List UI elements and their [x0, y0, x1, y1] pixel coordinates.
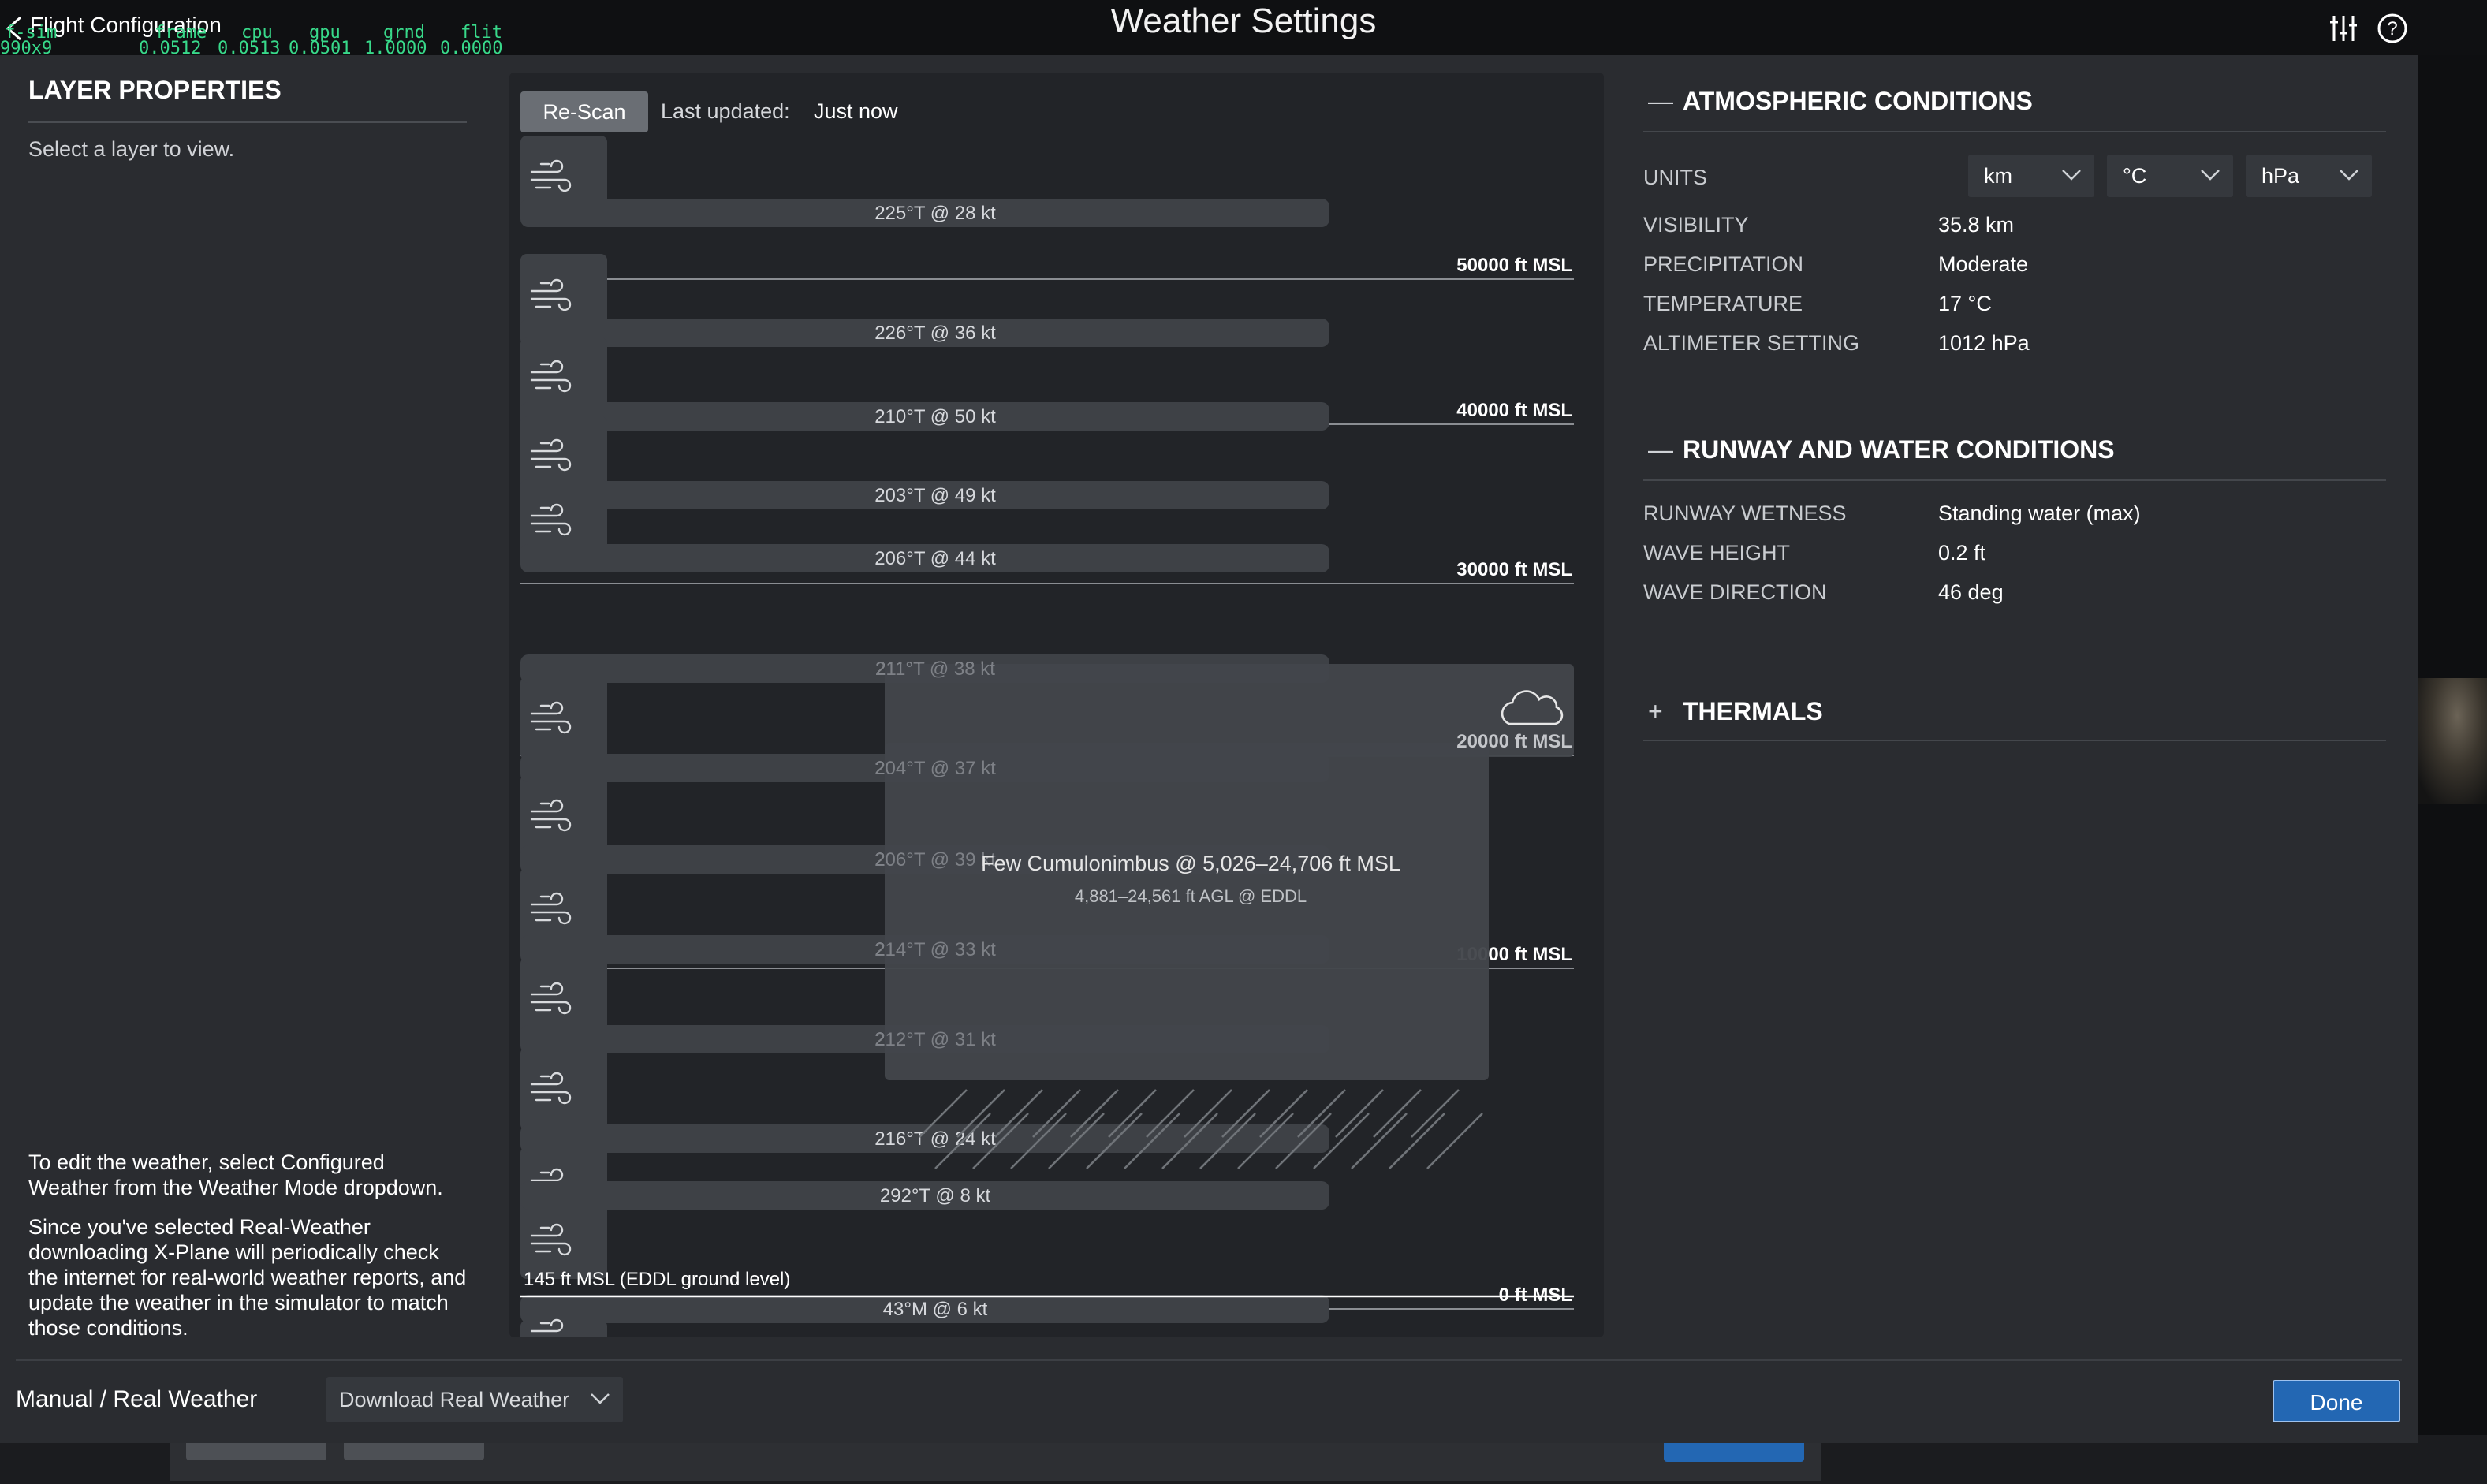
expand-thermals-toggle[interactable]: +	[1648, 697, 1676, 726]
conditions-panel: — ATMOSPHERIC CONDITIONS UNITS km °C hPa…	[1624, 55, 2413, 1340]
pressure-unit-value: hPa	[2261, 164, 2300, 188]
wind-layer-label-under-cloud: 212°T @ 31 kt	[874, 1029, 996, 1050]
divider	[28, 121, 467, 123]
divider	[1643, 131, 2386, 132]
collapse-runway-toggle[interactable]: —	[1648, 435, 1676, 464]
wind-layer-label: 203°T @ 49 kt	[874, 485, 996, 506]
rescan-button[interactable]: Re-Scan	[520, 91, 648, 132]
wind-layer-label: 226°T @ 36 kt	[874, 323, 996, 344]
stat-value: 0.0513	[218, 39, 281, 58]
done-button[interactable]: Done	[2273, 1380, 2400, 1422]
ground-level-label: 145 ft MSL (EDDL ground level)	[524, 1269, 790, 1290]
precipitation-streaks	[919, 1089, 1483, 1169]
wind-layer-label: 225°T @ 28 kt	[874, 203, 996, 224]
temperature-label: TEMPERATURE	[1643, 292, 1803, 315]
pressure-unit-select[interactable]: hPa	[2246, 155, 2372, 197]
runway-wetness-value: Standing water (max)	[1938, 502, 2141, 525]
wind-layer-tab	[520, 1047, 607, 1131]
weather-mode-value: Download Real Weather	[339, 1388, 570, 1411]
real-weather-note: Since you've selected Real-Weather downl…	[28, 1215, 467, 1340]
stat-value: 0.0000	[440, 39, 503, 58]
atmospheric-conditions-heading[interactable]: ATMOSPHERIC CONDITIONS	[1683, 87, 2033, 116]
wind-layer-label-under-cloud: 211°T @ 38 kt	[875, 658, 995, 680]
runway-wetness-label: RUNWAY WETNESS	[1643, 502, 1847, 525]
chevron-down-icon	[591, 1393, 610, 1404]
cloud-layer-subtitle: 4,881–24,561 ft AGL @ EDDL	[1075, 886, 1307, 906]
altitude-label: 30000 ft MSL	[1456, 559, 1572, 580]
layer-properties-panel: LAYER PROPERTIES Select a layer to view.…	[0, 55, 489, 1340]
wind-layer-tab	[520, 1202, 607, 1279]
units-label: UNITS	[1643, 166, 1707, 189]
thermals-heading[interactable]: THERMALS	[1683, 697, 1823, 726]
last-updated-value: Just now	[814, 99, 898, 123]
background-lights	[2413, 678, 2487, 804]
wind-layer-label: 216°T @ 24 kt	[874, 1128, 996, 1150]
precipitation-value: Moderate	[1938, 252, 2029, 276]
altimeter-label: ALTIMETER SETTING	[1643, 331, 1860, 355]
temperature-unit-select[interactable]: °C	[2107, 155, 2233, 197]
wave-direction-label: WAVE DIRECTION	[1643, 580, 1827, 604]
cloud-layer-title: Few Cumulonimbus @ 5,026–24,706 ft MSL	[981, 852, 1400, 875]
distance-unit-value: km	[1984, 164, 2012, 188]
title-bar: Flight Configuration f-sim frame cpu gpu…	[0, 0, 2487, 58]
altitude-label: 0 ft MSL	[1499, 1285, 1572, 1306]
wave-height-value: 0.2 ft	[1938, 541, 1986, 565]
weather-settings-window: LAYER PROPERTIES Select a layer to view.…	[0, 55, 2418, 1443]
wind-layer-label-under-cloud: 214°T @ 33 kt	[874, 939, 996, 960]
divider	[1643, 740, 2386, 741]
chevron-down-icon	[2201, 170, 2220, 181]
stat-value: 0.0501	[289, 39, 352, 58]
divider	[1643, 479, 2386, 481]
temperature-value: 17 °C	[1938, 292, 1992, 315]
altitude-label: 20000 ft MSL	[1456, 731, 1572, 752]
altimeter-value: 1012 hPa	[1938, 331, 2030, 355]
stat-value: 990x9	[0, 39, 53, 58]
weather-layer-chart[interactable]: 50000 ft MSL 40000 ft MSL 30000 ft MSL 2000…	[509, 73, 1604, 1337]
runway-water-conditions-heading[interactable]: RUNWAY AND WATER CONDITIONS	[1683, 435, 2115, 464]
altitude-label: 40000 ft MSL	[1456, 400, 1572, 421]
wind-layer-label-under-cloud: 204°T @ 37 kt	[874, 758, 996, 779]
layer-properties-hint: Select a layer to view.	[28, 137, 235, 161]
layer-properties-heading: LAYER PROPERTIES	[28, 76, 282, 104]
svg-text:?: ?	[2387, 18, 2397, 39]
collapse-atmospheric-toggle[interactable]: —	[1648, 87, 1676, 116]
wind-layer-label: 206°T @ 44 kt	[874, 548, 996, 569]
stat-value: 1.0000	[364, 39, 427, 58]
wind-layer-label: 292°T @ 8 kt	[880, 1185, 991, 1206]
wave-direction-value: 46 deg	[1938, 580, 2004, 604]
chevron-down-icon	[2062, 170, 2081, 181]
weather-mode-label: Manual / Real Weather	[16, 1386, 258, 1412]
visibility-label: VISIBILITY	[1643, 213, 1749, 237]
edit-weather-note: To edit the weather, select Configured W…	[28, 1150, 443, 1199]
temperature-unit-value: °C	[2123, 164, 2147, 188]
window-title: Weather Settings	[1110, 2, 1377, 40]
altitude-label: 50000 ft MSL	[1456, 255, 1572, 276]
divider	[16, 1359, 2402, 1361]
visibility-value: 35.8 km	[1938, 213, 2015, 237]
wind-layer-tab	[520, 677, 607, 760]
wave-height-label: WAVE HEIGHT	[1643, 541, 1791, 565]
weather-layers-view: 50000 ft MSL 40000 ft MSL 30000 ft MSL 2000…	[509, 73, 1604, 1337]
stat-value: 0.0512	[139, 39, 202, 58]
help-icon[interactable]: ?	[2375, 11, 2410, 46]
last-updated-label: Last updated:	[661, 99, 790, 123]
chevron-down-icon	[2340, 170, 2358, 181]
distance-unit-select[interactable]: km	[1968, 155, 2094, 197]
wind-layer-label: 210°T @ 50 kt	[874, 406, 996, 427]
wind-layer-label: 43°M @ 6 kt	[883, 1299, 988, 1320]
sliders-icon[interactable]	[2326, 11, 2361, 46]
weather-mode-select[interactable]: Download Real Weather	[326, 1377, 623, 1422]
precipitation-label: PRECIPITATION	[1643, 252, 1804, 276]
wind-layer-label-under-cloud: 206°T @ 39 kt	[874, 849, 996, 871]
